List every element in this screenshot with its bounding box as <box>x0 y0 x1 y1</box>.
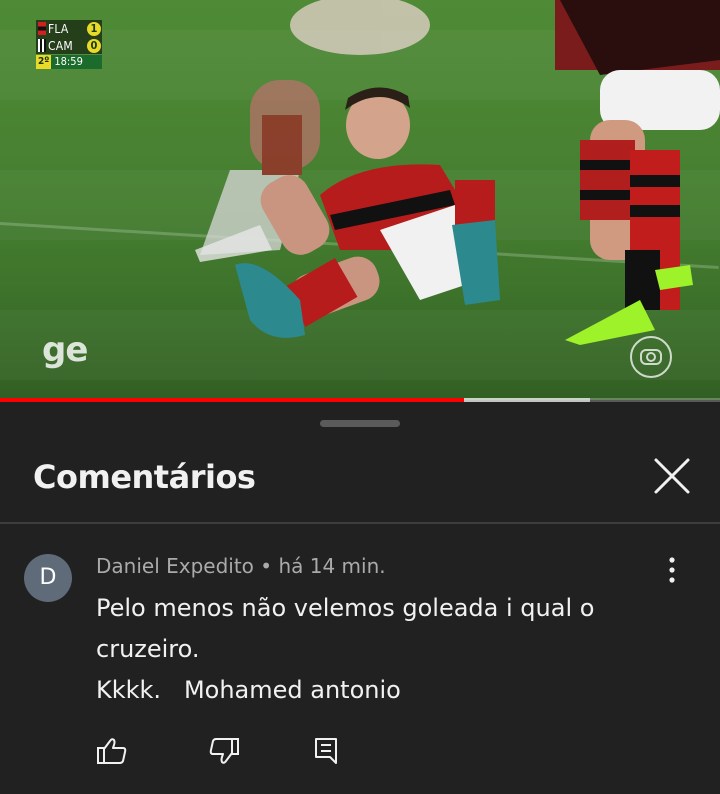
comment-meta: Daniel Expedito • há 14 min. <box>96 554 386 578</box>
player-right <box>555 0 720 345</box>
away-team-name: CAM <box>48 38 73 53</box>
dislike-button[interactable] <box>208 736 240 766</box>
close-button[interactable] <box>648 452 696 500</box>
away-team-flag-icon <box>38 39 46 52</box>
comment-body: Pelo menos não velemos goleada i qual o … <box>96 588 656 711</box>
match-clock: 18:59 <box>51 55 102 69</box>
comment-menu-button[interactable] <box>660 552 684 588</box>
comment-line: Pelo menos não velemos goleada i qual o <box>96 594 595 622</box>
globo-logo-icon <box>630 336 672 378</box>
match-period: 2º <box>36 55 52 69</box>
video-frame-scene <box>195 0 720 345</box>
avatar[interactable]: D <box>24 554 72 602</box>
home-team-name: FLA <box>48 21 69 36</box>
like-icon <box>97 738 127 764</box>
reply-icon <box>315 738 337 764</box>
scoreboard-clock-row: 2º 18:59 <box>36 54 102 70</box>
header-divider <box>0 522 720 524</box>
meta-separator: • <box>253 554 279 578</box>
away-team-score: 0 <box>87 38 101 53</box>
comment-line: Kkkk. Mohamed antonio <box>96 676 401 704</box>
comment-line: cruzeiro. <box>96 635 200 663</box>
like-button[interactable] <box>96 736 128 766</box>
comment-author[interactable]: Daniel Expedito <box>96 554 254 578</box>
comments-title: Comentários <box>33 458 256 496</box>
reply-button[interactable] <box>312 736 344 766</box>
dislike-icon <box>209 738 239 764</box>
drag-handle[interactable] <box>320 420 400 427</box>
scoreboard-away-row: CAM 0 <box>36 37 102 54</box>
globo-logo-ball <box>646 352 656 362</box>
comments-sheet: Comentários D Daniel Expedito • há 14 mi… <box>0 402 720 794</box>
comment-time: há 14 min. <box>278 554 386 578</box>
close-icon <box>654 458 690 494</box>
scoreboard: FLA 1 CAM 0 2º 18:59 <box>36 20 102 70</box>
home-team-flag-icon <box>38 22 46 35</box>
video-player[interactable]: FLA 1 CAM 0 2º 18:59 ge <box>0 0 720 400</box>
more-vertical-icon <box>669 557 675 583</box>
scoreboard-home-row: FLA 1 <box>36 20 102 37</box>
ge-logo: ge <box>42 330 88 370</box>
home-team-score: 1 <box>87 21 101 36</box>
comment-item: D Daniel Expedito • há 14 min. Pelo meno… <box>0 542 720 792</box>
